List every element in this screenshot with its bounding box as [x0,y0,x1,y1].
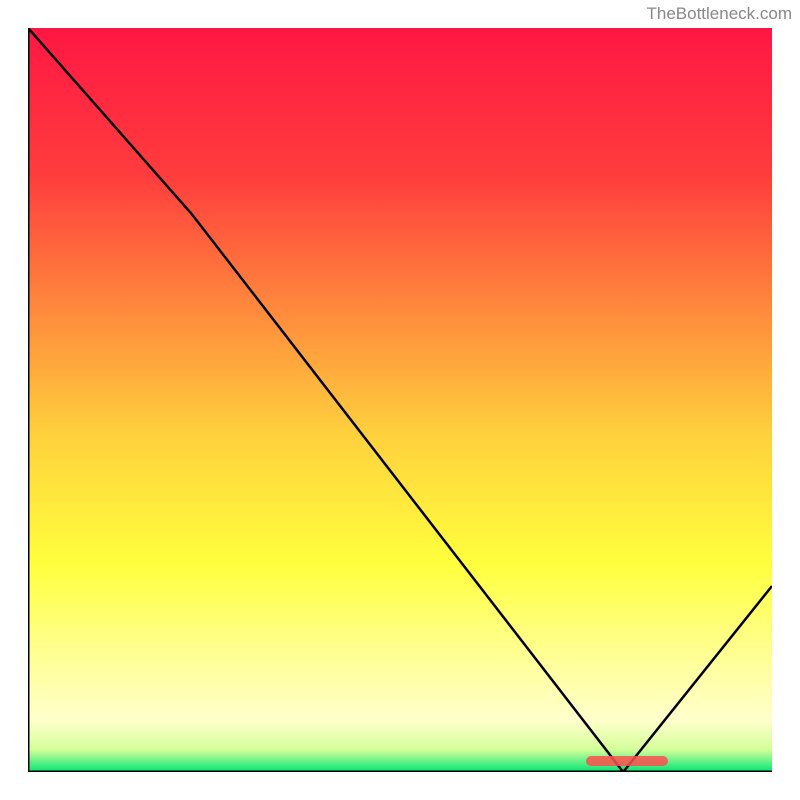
watermark-text: TheBottleneck.com [646,4,792,24]
chart-curve [28,28,772,772]
chart-plot-area [28,28,772,772]
chart-container [28,28,772,772]
optimal-range-marker [586,756,668,766]
